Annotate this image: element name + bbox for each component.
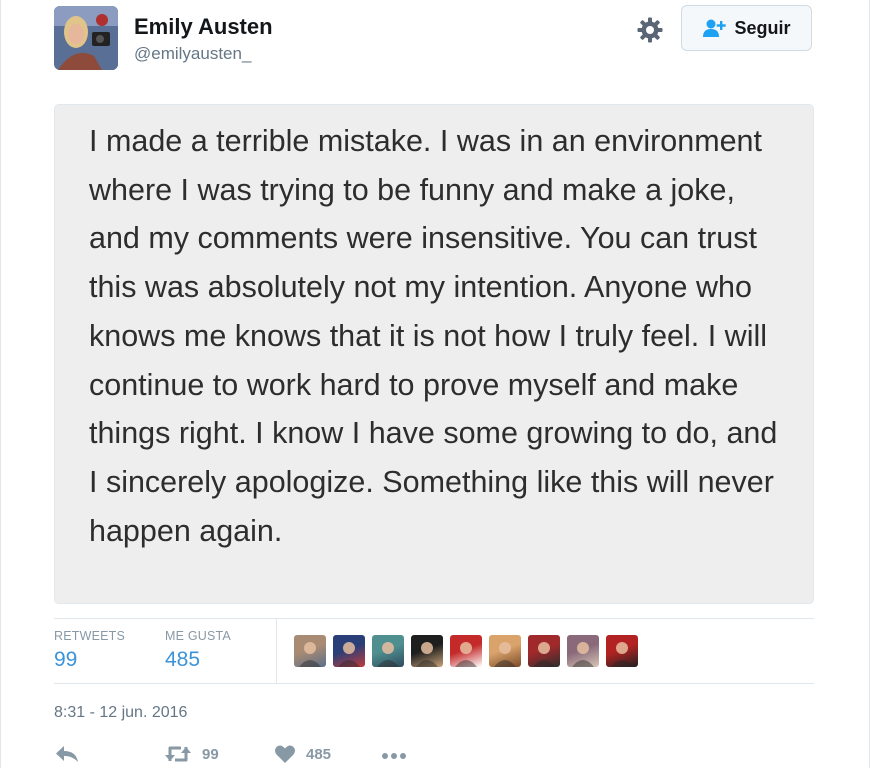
gear-icon[interactable] bbox=[636, 16, 664, 44]
image-text: I made a terrible mistake. I was in an e… bbox=[89, 124, 778, 548]
more-icon bbox=[382, 753, 406, 759]
add-user-icon bbox=[703, 19, 727, 37]
reply-icon bbox=[56, 746, 78, 762]
display-name[interactable]: Emily Austen bbox=[134, 14, 273, 40]
liker-avatar[interactable] bbox=[489, 635, 521, 667]
liker-avatar[interactable] bbox=[372, 635, 404, 667]
avatar-image bbox=[54, 6, 118, 70]
retweets-label: RETWEETS bbox=[54, 629, 126, 643]
retweet-count: 99 bbox=[202, 745, 219, 763]
follow-label: Seguir bbox=[734, 17, 791, 38]
like-button[interactable]: 485 bbox=[274, 744, 331, 764]
liker-avatar[interactable] bbox=[528, 635, 560, 667]
retweet-button[interactable]: 99 bbox=[164, 744, 219, 764]
retweet-icon bbox=[165, 746, 191, 762]
tweet-actions: 99 485 bbox=[54, 744, 454, 768]
stats-divider bbox=[276, 619, 277, 683]
liker-avatar[interactable] bbox=[567, 635, 599, 667]
likes-stat[interactable]: ME GUSTA 485 bbox=[165, 629, 231, 672]
username[interactable]: @emilyausten_ bbox=[134, 44, 251, 64]
like-count: 485 bbox=[306, 745, 332, 763]
retweets-stat[interactable]: RETWEETS 99 bbox=[54, 629, 125, 672]
heart-icon bbox=[275, 745, 295, 763]
liker-avatar[interactable] bbox=[606, 635, 638, 667]
liker-avatar[interactable] bbox=[411, 635, 443, 667]
liker-avatar[interactable] bbox=[294, 635, 326, 667]
liker-avatars bbox=[294, 635, 638, 667]
retweets-count: 99 bbox=[54, 648, 78, 671]
reply-button[interactable] bbox=[54, 744, 80, 764]
follow-button[interactable]: Seguir bbox=[681, 5, 812, 51]
likes-label: ME GUSTA bbox=[165, 629, 231, 643]
tweet-stats: RETWEETS 99 ME GUSTA 485 bbox=[54, 618, 814, 684]
tweet-image[interactable]: I made a terrible mistake. I was in an e… bbox=[54, 104, 814, 604]
likes-count: 485 bbox=[165, 648, 201, 671]
more-button[interactable] bbox=[380, 744, 408, 764]
liker-avatar[interactable] bbox=[333, 635, 365, 667]
avatar[interactable] bbox=[54, 6, 118, 70]
liker-avatar[interactable] bbox=[450, 635, 482, 667]
tweet-timestamp[interactable]: 8:31 - 12 jun. 2016 bbox=[54, 704, 187, 722]
